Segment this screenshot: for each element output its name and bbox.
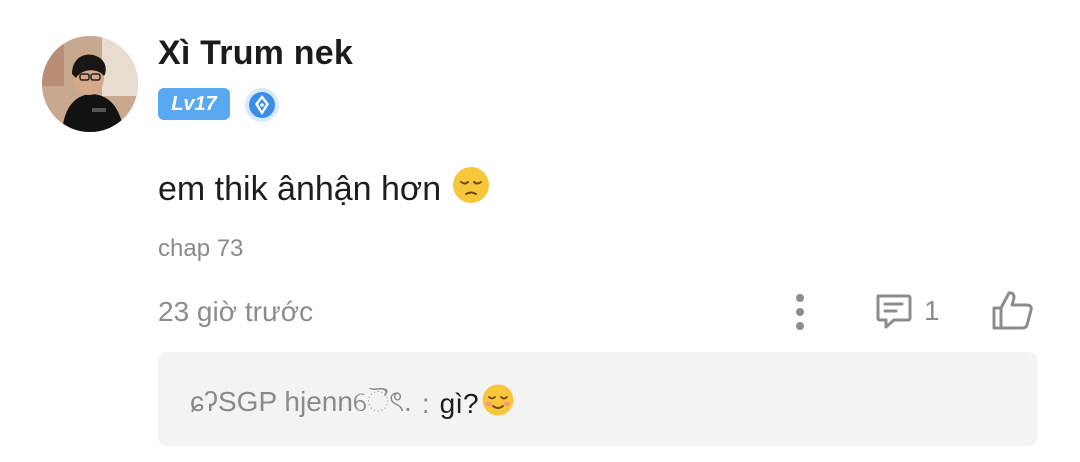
reply-line: ɕʔSGP hjennୈৎ. : gì? <box>190 380 515 427</box>
comment-icon <box>876 294 912 329</box>
reply-button[interactable]: 1 <box>872 290 944 332</box>
comment-text-row: em thik ânhận hơn <box>158 165 491 214</box>
thumbs-up-icon <box>992 291 1033 330</box>
timestamp: 23 giờ trước <box>158 296 314 327</box>
more-options-button[interactable] <box>788 292 812 332</box>
reply-text: gì? <box>439 387 479 419</box>
comment-text: em thik ânhận hơn <box>158 170 442 208</box>
relieved-face-emoji <box>481 383 515 424</box>
username[interactable]: Xì Trum nek <box>158 34 353 73</box>
reply-count: 1 <box>924 295 940 326</box>
chapter-label[interactable]: chap 73 <box>158 235 243 263</box>
reply-separator: : <box>421 387 430 419</box>
pensive-face-emoji <box>451 165 491 214</box>
like-button[interactable] <box>990 288 1036 334</box>
reply-author[interactable]: ɕʔSGP hjennୈৎ. <box>190 380 412 427</box>
avatar[interactable] <box>42 36 138 132</box>
rank-pen-icon <box>244 87 280 123</box>
reply-preview[interactable]: ɕʔSGP hjennୈৎ. : gì? <box>158 352 1038 446</box>
more-vertical-icon <box>796 294 804 330</box>
avatar-photo <box>42 36 138 132</box>
level-badge: Lv17 <box>158 88 230 120</box>
